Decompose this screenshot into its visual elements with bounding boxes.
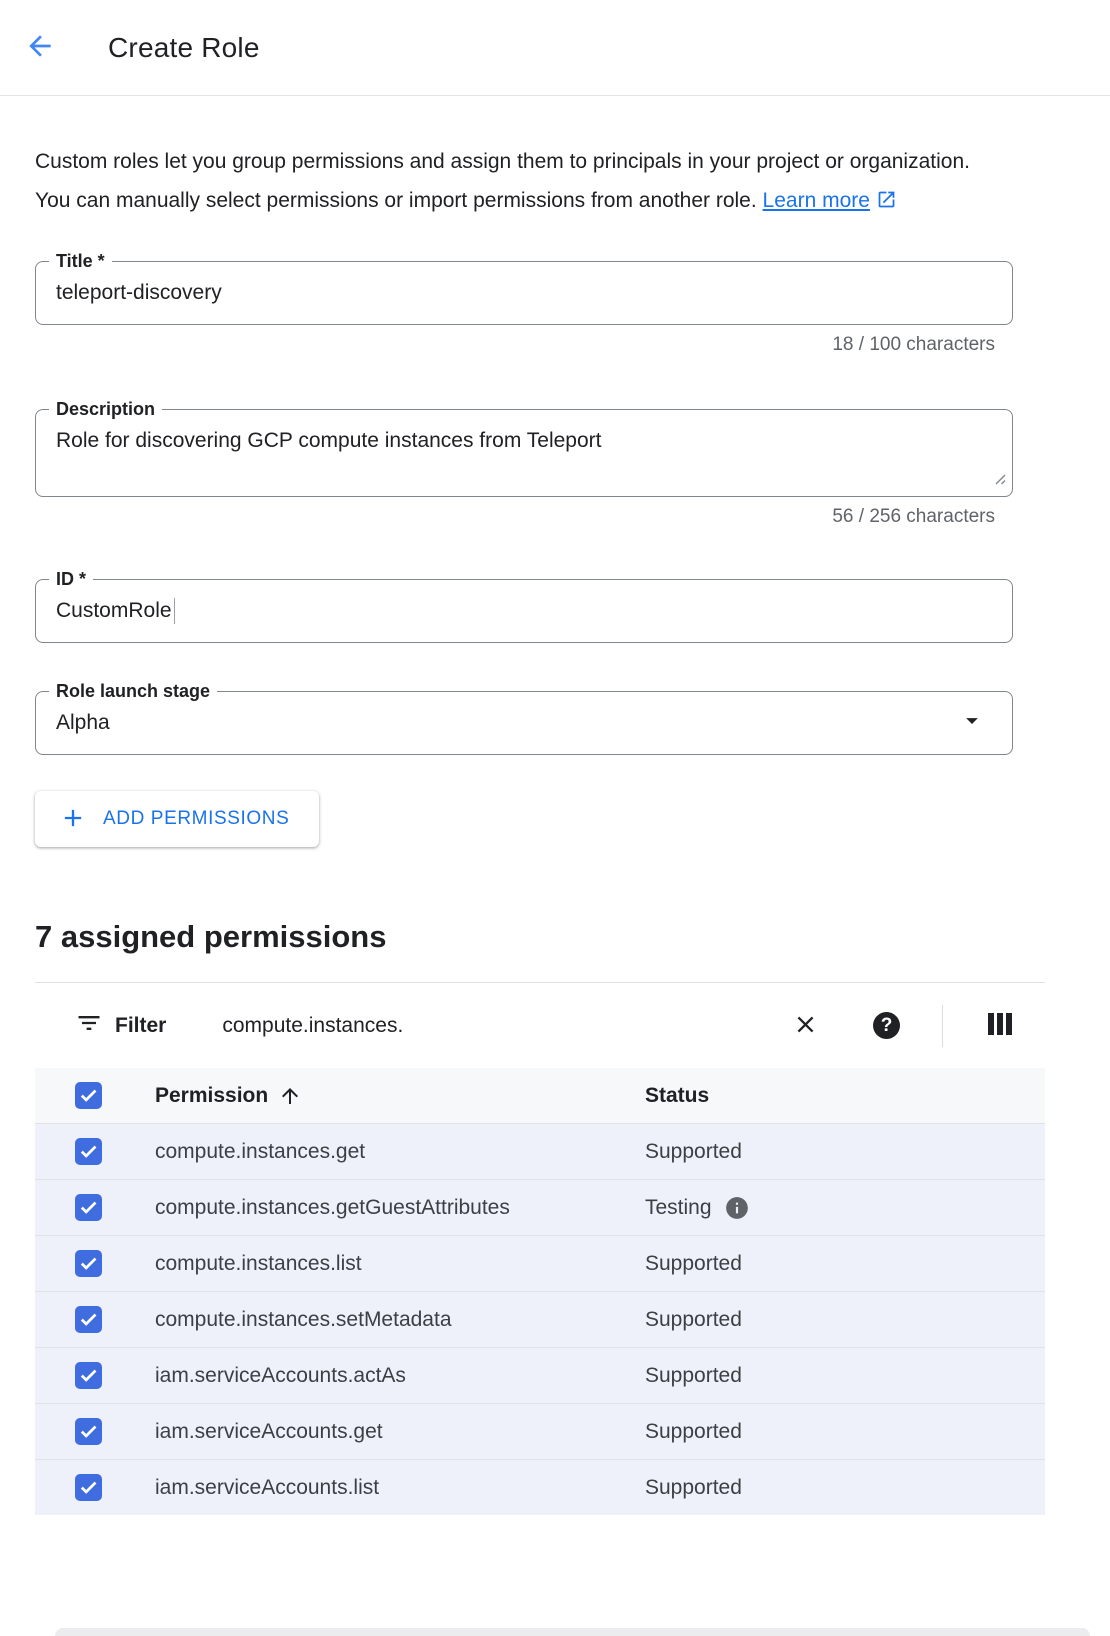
permission-cell: compute.instances.get (155, 1140, 645, 1164)
clear-filter-button[interactable] (792, 1011, 819, 1041)
select-all-checkbox[interactable] (75, 1082, 102, 1109)
description-char-counter: 56 / 256 characters (35, 506, 1013, 530)
permission-cell: iam.serviceAccounts.list (155, 1476, 645, 1500)
description-field-group: Description Role for discovering GCP com… (35, 409, 1013, 530)
dropdown-arrow-icon (958, 707, 986, 740)
title-field-label: Title * (49, 249, 112, 273)
info-icon[interactable] (724, 1195, 750, 1221)
resize-handle-icon[interactable] (992, 471, 1007, 491)
row-checkbox[interactable] (75, 1250, 102, 1277)
permissions-table-body: compute.instances.get Supported compute.… (35, 1123, 1045, 1515)
columns-icon (985, 1010, 1015, 1041)
row-checkbox[interactable] (75, 1194, 102, 1221)
status-label: Testing (645, 1196, 712, 1220)
status-cell: Supported (645, 1364, 1045, 1388)
description-field-label: Description (49, 397, 162, 421)
status-label: Supported (645, 1140, 742, 1164)
text-cursor (174, 598, 176, 624)
status-cell: Supported (645, 1308, 1045, 1332)
status-label: Supported (645, 1476, 742, 1500)
sort-ascending-icon (278, 1084, 302, 1108)
filter-area[interactable]: Filter compute.instances. (35, 1009, 792, 1042)
status-label: Supported (645, 1364, 742, 1388)
filter-query-text[interactable]: compute.instances. (222, 1014, 403, 1038)
app-bar: Create Role (0, 0, 1110, 96)
row-checkbox[interactable] (75, 1418, 102, 1445)
add-permissions-button[interactable]: ADD PERMISSIONS (35, 791, 319, 847)
table-row[interactable]: compute.instances.setMetadata Supported (35, 1291, 1045, 1347)
toolbar-actions: ? (792, 1005, 1045, 1047)
title-field-group: Title * teleport-discovery 18 / 100 char… (35, 261, 1013, 358)
row-checkbox-cell (35, 1250, 155, 1277)
status-label: Supported (645, 1308, 742, 1332)
id-field-label: ID * (49, 567, 93, 591)
description-field-value: Role for discovering GCP compute instanc… (36, 410, 1012, 456)
row-checkbox-cell (35, 1306, 155, 1333)
filter-toolbar: Filter compute.instances. ? (35, 982, 1045, 1068)
intro-paragraph: Custom roles let you group permissions a… (35, 142, 1010, 223)
close-icon (792, 1011, 819, 1041)
description-textarea[interactable]: Description Role for discovering GCP com… (35, 409, 1013, 497)
row-checkbox[interactable] (75, 1362, 102, 1389)
table-row[interactable]: iam.serviceAccounts.actAs Supported (35, 1347, 1045, 1403)
status-cell: Supported (645, 1140, 1045, 1164)
filter-label: Filter (115, 1014, 166, 1038)
learn-more-label: Learn more (763, 189, 870, 212)
help-icon: ? (873, 1012, 900, 1039)
bottom-partial-element (55, 1628, 1090, 1636)
id-field-value: CustomRole (36, 580, 1012, 642)
title-char-counter: 18 / 100 characters (35, 334, 1013, 358)
launch-stage-field-group: Role launch stage Alpha (35, 691, 1013, 755)
add-permissions-label: ADD PERMISSIONS (103, 808, 289, 830)
row-checkbox-cell (35, 1362, 155, 1389)
column-header-status[interactable]: Status (645, 1084, 1045, 1108)
row-checkbox[interactable] (75, 1306, 102, 1333)
title-input[interactable]: Title * teleport-discovery (35, 261, 1013, 325)
status-cell: Supported (645, 1252, 1045, 1276)
permission-cell: iam.serviceAccounts.actAs (155, 1364, 645, 1388)
launch-stage-select[interactable]: Role launch stage Alpha (35, 691, 1013, 755)
table-row[interactable]: compute.instances.getGuestAttributes Tes… (35, 1179, 1045, 1235)
external-link-icon (876, 192, 897, 215)
toolbar-divider (942, 1005, 943, 1047)
row-checkbox[interactable] (75, 1474, 102, 1501)
back-button[interactable] (20, 28, 60, 68)
permission-cell: compute.instances.getGuestAttributes (155, 1196, 645, 1220)
launch-stage-label: Role launch stage (49, 679, 217, 703)
permissions-table: Filter compute.instances. ? (35, 982, 1045, 1515)
select-all-cell (35, 1082, 155, 1109)
table-row[interactable]: compute.instances.list Supported (35, 1235, 1045, 1291)
table-header-row: Permission Status (35, 1068, 1045, 1123)
status-cell: Supported (645, 1476, 1045, 1500)
plus-icon (59, 804, 87, 835)
id-field-group: ID * CustomRole (35, 579, 1013, 643)
id-input[interactable]: ID * CustomRole (35, 579, 1013, 643)
column-header-permission[interactable]: Permission (155, 1084, 645, 1108)
permission-column-label: Permission (155, 1084, 268, 1108)
table-row[interactable]: compute.instances.get Supported (35, 1123, 1045, 1179)
learn-more-link[interactable]: Learn more (763, 189, 897, 212)
permission-cell: compute.instances.list (155, 1252, 645, 1276)
assigned-permissions-heading: 7 assigned permissions (35, 917, 1110, 957)
row-checkbox-cell (35, 1138, 155, 1165)
status-label: Supported (645, 1420, 742, 1444)
column-options-button[interactable] (985, 1010, 1015, 1041)
row-checkbox-cell (35, 1194, 155, 1221)
id-field-text: CustomRole (56, 599, 172, 623)
row-checkbox[interactable] (75, 1138, 102, 1165)
status-label: Supported (645, 1252, 742, 1276)
arrow-left-icon (24, 30, 56, 65)
table-row[interactable]: iam.serviceAccounts.get Supported (35, 1403, 1045, 1459)
status-cell: Supported (645, 1420, 1045, 1444)
row-checkbox-cell (35, 1474, 155, 1501)
title-field-value: teleport-discovery (36, 262, 1012, 324)
page-title: Create Role (108, 32, 260, 64)
table-row[interactable]: iam.serviceAccounts.list Supported (35, 1459, 1045, 1515)
permission-cell: iam.serviceAccounts.get (155, 1420, 645, 1444)
help-button[interactable]: ? (873, 1012, 942, 1039)
status-cell: Testing (645, 1195, 1045, 1221)
permission-cell: compute.instances.setMetadata (155, 1308, 645, 1332)
row-checkbox-cell (35, 1418, 155, 1445)
filter-icon (75, 1009, 103, 1042)
